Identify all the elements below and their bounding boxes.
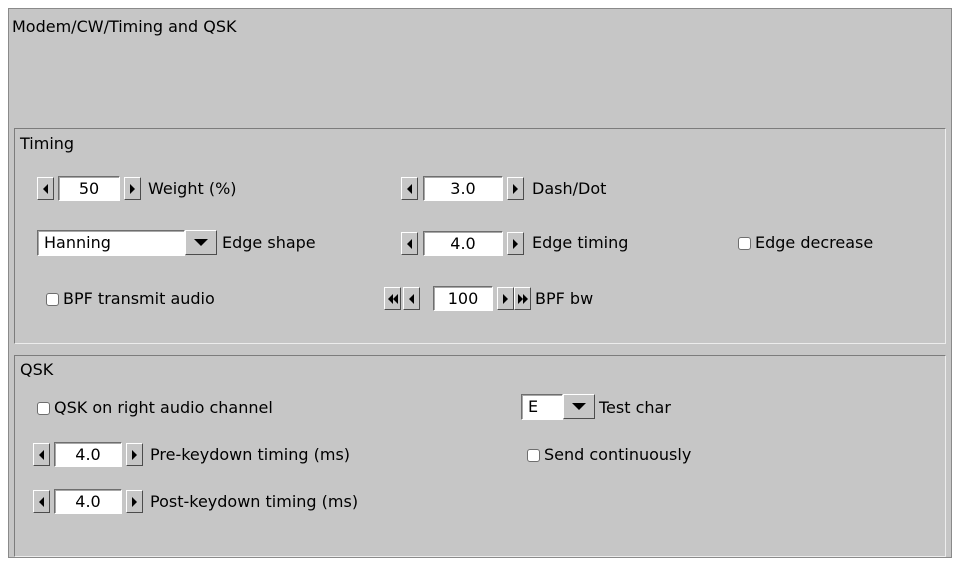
triangle-down-icon <box>572 403 586 410</box>
qsk-group-label: QSK <box>20 360 54 379</box>
triangle-right-icon <box>513 183 518 194</box>
edge-timing-increment-button[interactable] <box>507 232 524 255</box>
triangle-left-icon <box>409 293 414 304</box>
qsk-right-channel-checkbox[interactable] <box>37 402 50 415</box>
test-char-select[interactable]: E <box>521 394 563 420</box>
timing-group-label: Timing <box>20 134 75 153</box>
bpf-bw-label: BPF bw <box>535 289 594 308</box>
dash-dot-decrement-button[interactable] <box>401 177 418 200</box>
edge-timing-label: Edge timing <box>532 233 629 252</box>
bpf-transmit-audio-label: BPF transmit audio <box>63 289 215 308</box>
triangle-left-icon <box>39 449 44 460</box>
weight-decrement-button[interactable] <box>37 177 54 200</box>
triangle-right-icon <box>130 183 135 194</box>
edge-decrease-label: Edge decrease <box>755 233 874 252</box>
bpf-bw-decrement-button[interactable] <box>403 287 420 310</box>
bpf-bw-fast-decrement-button[interactable] <box>384 287 401 310</box>
send-continuously-label: Send continuously <box>544 445 692 464</box>
pre-keydown-increment-button[interactable] <box>126 443 143 466</box>
dash-dot-input[interactable]: 3.0 <box>423 176 503 201</box>
bpf-bw-input[interactable]: 100 <box>433 286 493 311</box>
edge-timing-input[interactable]: 4.0 <box>423 231 503 256</box>
triangle-left-icon <box>43 183 48 194</box>
qsk-right-channel-label: QSK on right audio channel <box>54 398 273 417</box>
triangle-right-icon <box>132 449 137 460</box>
test-char-label: Test char <box>599 398 671 417</box>
edge-shape-dropdown-button[interactable] <box>185 230 217 255</box>
send-continuously-checkbox[interactable] <box>527 449 540 462</box>
pre-keydown-input[interactable]: 4.0 <box>54 442 122 467</box>
triangle-right-icon <box>513 238 518 249</box>
weight-input[interactable]: 50 <box>58 176 120 201</box>
panel-title: Modem/CW/Timing and QSK <box>12 17 237 36</box>
triangle-left-icon <box>39 496 44 507</box>
post-keydown-input[interactable]: 4.0 <box>54 489 122 514</box>
dash-dot-label: Dash/Dot <box>532 179 607 198</box>
weight-label: Weight (%) <box>148 179 237 198</box>
edge-shape-select[interactable]: Hanning <box>37 230 185 256</box>
post-keydown-increment-button[interactable] <box>126 490 143 513</box>
triangle-left-icon <box>407 238 412 249</box>
bpf-bw-fast-increment-button[interactable] <box>514 287 531 310</box>
post-keydown-label: Post-keydown timing (ms) <box>150 492 359 511</box>
post-keydown-decrement-button[interactable] <box>33 490 50 513</box>
triangle-right-icon <box>503 293 508 304</box>
pre-keydown-label: Pre-keydown timing (ms) <box>150 445 351 464</box>
triangle-right-icon <box>132 496 137 507</box>
edge-shape-label: Edge shape <box>222 233 316 252</box>
test-char-dropdown-button[interactable] <box>563 394 595 419</box>
pre-keydown-decrement-button[interactable] <box>33 443 50 466</box>
edge-decrease-checkbox[interactable] <box>738 237 751 250</box>
bpf-transmit-audio-checkbox[interactable] <box>46 293 59 306</box>
triangle-left-icon <box>407 183 412 194</box>
triangle-down-icon <box>194 239 208 246</box>
bpf-bw-increment-button[interactable] <box>497 287 514 310</box>
dash-dot-increment-button[interactable] <box>507 177 524 200</box>
weight-increment-button[interactable] <box>124 177 141 200</box>
edge-timing-decrement-button[interactable] <box>401 232 418 255</box>
